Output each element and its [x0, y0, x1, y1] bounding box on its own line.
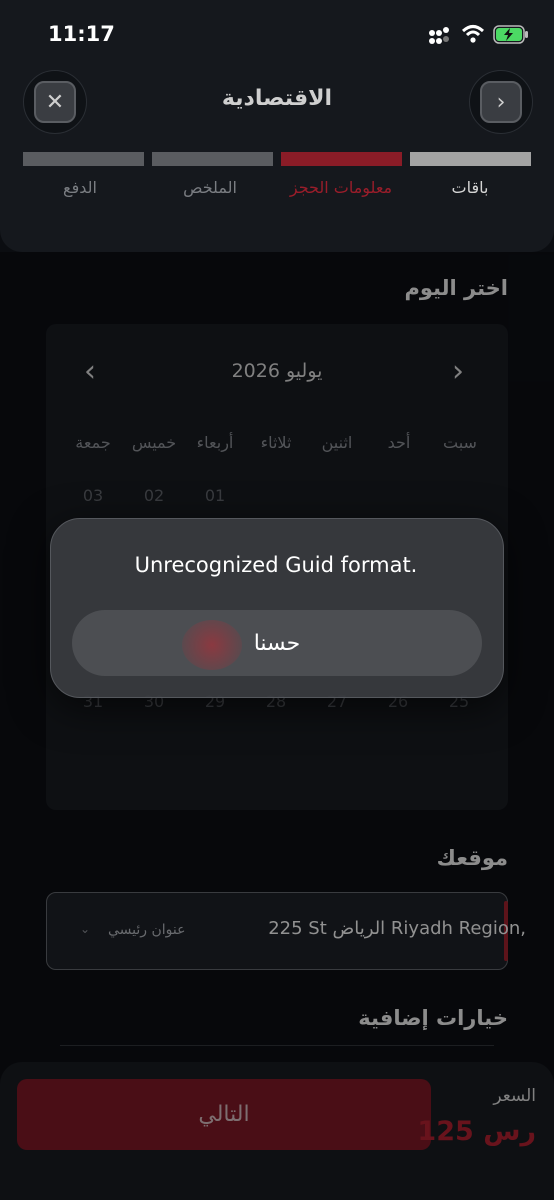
step-bar-packages: [410, 152, 531, 166]
selected-day-glow: [182, 620, 242, 670]
alert-message: Unrecognized Guid format.: [134, 553, 418, 577]
step-label-summary[interactable]: الملخص: [150, 178, 270, 197]
page-title: الاقتصادية: [221, 86, 333, 111]
close-icon: ✕: [34, 81, 76, 123]
battery-charging-icon: [493, 25, 528, 44]
wifi-icon: [461, 25, 485, 43]
forward-button[interactable]: ›: [469, 70, 533, 134]
step-label-packages[interactable]: باقات: [410, 178, 530, 197]
step-bar-booking-info: [281, 152, 402, 166]
step-bar-summary: [152, 152, 273, 166]
step-label-payment[interactable]: الدفع: [20, 178, 140, 197]
status-time: 11:17: [48, 22, 115, 46]
step-label-booking-info[interactable]: معلومات الحجز: [281, 178, 401, 197]
chevron-right-icon: ›: [480, 81, 522, 123]
close-button[interactable]: ✕: [23, 70, 87, 134]
cellular-signal-icon: [429, 27, 449, 44]
modal-backdrop: [0, 252, 554, 1200]
step-bar-payment: [23, 152, 144, 166]
alert-ok-button[interactable]: حسنا: [72, 610, 482, 676]
